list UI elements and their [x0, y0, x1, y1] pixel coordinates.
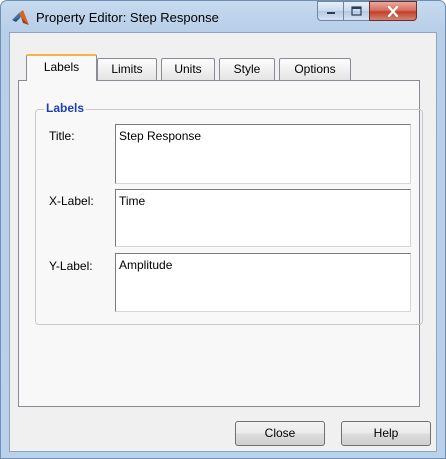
x-label-label: X-Label:: [49, 194, 94, 208]
title-label: Title:: [49, 129, 75, 143]
y-label-field[interactable]: Amplitude: [115, 253, 411, 312]
labels-group-title: Labels: [44, 101, 87, 115]
tab-label: Limits: [111, 62, 143, 76]
tab-options[interactable]: Options: [279, 58, 351, 80]
tab-label: Units: [174, 62, 202, 76]
maximize-icon: [351, 6, 362, 16]
y-label-label: Y-Label:: [49, 259, 93, 273]
close-window-button[interactable]: [369, 1, 417, 21]
tab-labels[interactable]: Labels: [26, 54, 97, 81]
tab-label: Options: [294, 62, 336, 76]
tab-style[interactable]: Style: [219, 58, 275, 80]
minimize-button[interactable]: [317, 1, 343, 21]
close-button[interactable]: Close: [235, 421, 325, 446]
tab-units[interactable]: Units: [161, 58, 215, 80]
tab-label: Style: [233, 62, 261, 76]
maximize-button[interactable]: [343, 1, 369, 21]
minimize-icon: [326, 12, 335, 14]
tab-limits[interactable]: Limits: [97, 58, 157, 80]
x-label-field[interactable]: Time: [115, 189, 411, 247]
window-controls: [317, 1, 438, 22]
title-field-value: Step Response: [119, 129, 202, 143]
tab-label: Labels: [43, 60, 80, 74]
close-icon: [387, 5, 399, 17]
help-button[interactable]: Help: [341, 421, 431, 446]
window-title: Property Editor: Step Response: [36, 10, 219, 25]
title-field[interactable]: Step Response: [115, 124, 411, 184]
x-label-field-value: Time: [119, 194, 146, 208]
matlab-icon: [12, 10, 29, 25]
y-label-field-value: Amplitude: [119, 258, 173, 272]
